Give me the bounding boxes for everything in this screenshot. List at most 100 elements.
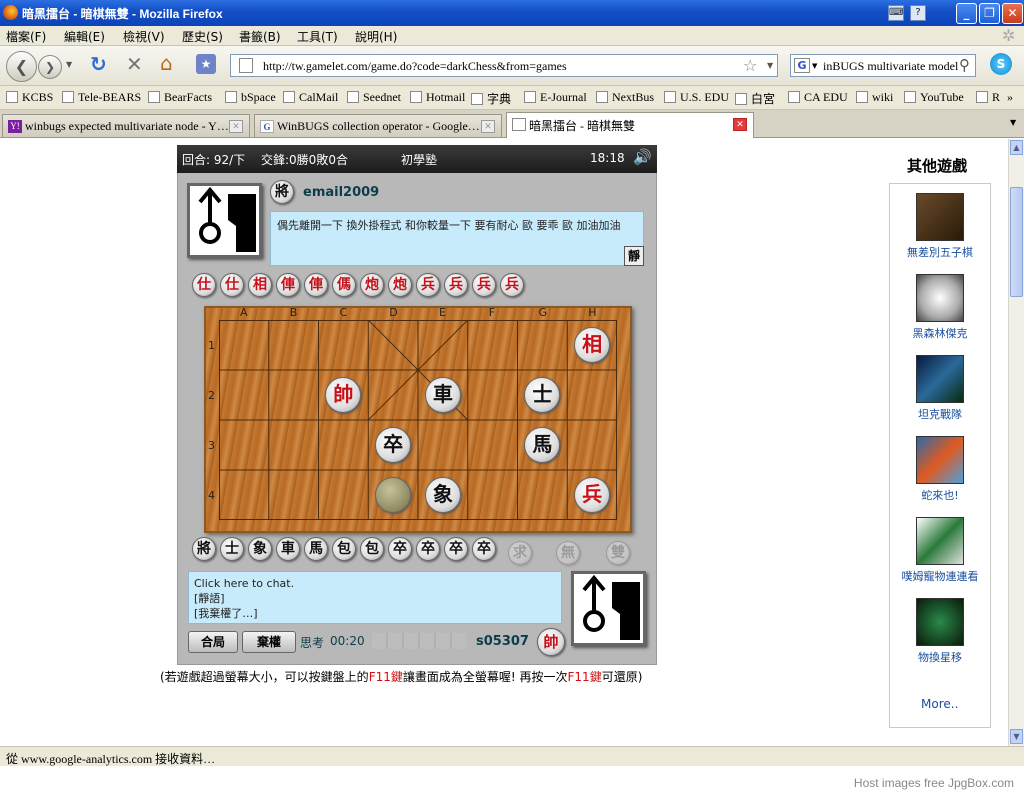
bookmark-ca-edu[interactable]: CA EDU — [788, 90, 848, 105]
skype-icon[interactable]: S — [990, 53, 1012, 75]
game-link-pet-match[interactable]: 噗姆寵物連連看 — [889, 517, 991, 584]
game-link-label[interactable]: 蛇來也! — [921, 489, 958, 502]
bookmark-label: 字典 — [487, 92, 512, 106]
close-tab-icon[interactable]: ✕ — [481, 120, 495, 133]
game-link-label[interactable]: 坦克戰隊 — [918, 408, 962, 421]
bookmark-bearfacts[interactable]: BearFacts — [148, 90, 212, 105]
forward-button[interactable]: ❯ — [38, 55, 62, 79]
hidden-piece[interactable] — [375, 477, 412, 513]
bookmark-label: Hotmail — [426, 90, 466, 104]
bookmark-dictionary[interactable]: 字典 — [471, 90, 511, 107]
menu-view[interactable]: 檢視(V) — [123, 28, 165, 45]
search-input[interactable]: inBUGS multivariate model — [823, 59, 959, 74]
game-link-tank[interactable]: 坦克戰隊 — [889, 355, 991, 422]
faded-button-2[interactable]: 無 — [556, 541, 580, 565]
more-games-link[interactable]: More.. — [921, 697, 958, 711]
menu-help[interactable]: 說明(H) — [355, 28, 397, 45]
bookmark-us-edu[interactable]: U.S. EDU — [664, 90, 729, 105]
window-title: 暗黑擂台 - 暗棋無雙 - Mozilla Firefox — [22, 7, 223, 21]
game-link-star-swap[interactable]: 物換星移 — [889, 598, 991, 665]
tank-thumbnail[interactable] — [916, 355, 964, 403]
menu-tools[interactable]: 工具(T) — [297, 28, 338, 45]
resign-button[interactable]: 棄權 — [242, 631, 296, 653]
blackjack-thumbnail[interactable] — [916, 274, 964, 322]
draw-button[interactable]: 合局 — [188, 631, 238, 653]
stop-icon[interactable]: ✕ — [126, 52, 143, 76]
bookmark-bspace[interactable]: bSpace — [225, 90, 276, 105]
bookmark-hotmail[interactable]: Hotmail — [410, 90, 465, 105]
keyboard-icon[interactable]: ⌨ — [888, 5, 904, 21]
bookmark-calmail[interactable]: CalMail — [283, 90, 338, 105]
bookmark-tele-bears[interactable]: Tele-BEARS — [62, 90, 141, 105]
board-piece[interactable]: 卒 — [375, 427, 412, 463]
bus-icon — [596, 91, 608, 103]
maximize-button[interactable]: ❐ — [979, 3, 1000, 24]
game-link-gomoku[interactable]: 無差別五子棋 — [889, 193, 991, 260]
search-bar[interactable]: G ▼ inBUGS multivariate model ⚲ — [790, 54, 976, 77]
game-link-label[interactable]: 噗姆寵物連連看 — [902, 570, 979, 583]
help-icon[interactable]: ? — [910, 5, 926, 21]
url-bar[interactable]: http://tw.gamelet.com/game.do?code=darkC… — [230, 54, 778, 77]
snakes-thumbnail[interactable] — [916, 436, 964, 484]
history-dropdown-icon[interactable]: ▼ — [66, 60, 72, 69]
chat-box[interactable]: Click here to chat. [靜語] [我棄權了…] — [188, 571, 562, 624]
bookmark-ejournal[interactable]: E-Journal — [524, 90, 587, 105]
engine-dropdown-icon[interactable]: ▼ — [812, 62, 817, 70]
bookmark-star-icon[interactable]: ★ — [196, 54, 216, 74]
faded-button-1[interactable]: 求 — [508, 541, 532, 565]
board-piece[interactable]: 象 — [424, 477, 461, 513]
scroll-thumb[interactable] — [1010, 187, 1023, 297]
back-button[interactable]: ❮ — [6, 51, 37, 82]
close-tab-icon[interactable]: ✕ — [229, 120, 243, 133]
game-link-label[interactable]: 無差別五子棋 — [907, 246, 973, 259]
bookmark-page-star-icon[interactable]: ☆ — [743, 56, 757, 75]
menu-file[interactable]: 檔案(F) — [6, 28, 46, 45]
bookmark-wiki[interactable]: wiki — [856, 90, 893, 105]
menu-history[interactable]: 歷史(S) — [182, 28, 223, 45]
close-window-button[interactable]: ✕ — [1002, 3, 1023, 24]
star-swap-thumbnail[interactable] — [916, 598, 964, 646]
scroll-down-icon[interactable]: ▼ — [1010, 729, 1023, 744]
url-dropdown-icon[interactable]: ▼ — [767, 61, 773, 70]
bookmarks-overflow-icon[interactable]: » — [1007, 90, 1013, 105]
sound-icon[interactable]: 🔊 — [633, 148, 652, 166]
tab-winbugs-yahoo[interactable]: Y! winbugs expected multivariate node - … — [2, 114, 250, 137]
tab-bar: Y! winbugs expected multivariate node - … — [0, 110, 1024, 138]
search-icon[interactable]: ⚲ — [959, 56, 970, 74]
menu-bookmarks[interactable]: 書籤(B) — [239, 28, 281, 45]
chat-prompt[interactable]: Click here to chat. — [194, 576, 556, 591]
board-piece[interactable]: 車 — [424, 377, 461, 413]
menu-edit[interactable]: 編輯(E) — [64, 28, 105, 45]
bookmark-nextbus[interactable]: NextBus — [596, 90, 654, 105]
bookmark-label: Tele-BEARS — [78, 90, 142, 104]
game-link-label[interactable]: 物換星移 — [918, 651, 962, 664]
hint-text: 可還原) — [601, 670, 643, 684]
bookmark-white-house[interactable]: 白宮 — [735, 90, 775, 107]
game-link-snakes[interactable]: 蛇來也! — [889, 436, 991, 503]
tab-dark-chess[interactable]: 暗黑擂台 - 暗棋無雙 ✕ — [506, 112, 754, 138]
pet-match-thumbnail[interactable] — [916, 517, 964, 565]
chat-quick-silent[interactable]: [靜語] — [194, 591, 556, 606]
tab-list-icon[interactable]: ▼ — [1010, 118, 1016, 127]
chat-quick-resign[interactable]: [我棄權了…] — [194, 606, 556, 621]
game-link-blackjack[interactable]: 黑森林傑克 — [889, 274, 991, 341]
tab-winbugs-google[interactable]: G WinBUGS collection operator - Google… … — [254, 114, 502, 137]
captured-red-piece: 仕 — [192, 273, 216, 297]
bookmark-kcbs[interactable]: KCBS — [6, 90, 53, 105]
bookmark-r[interactable]: R — [976, 90, 1000, 105]
reload-icon[interactable]: ↻ — [90, 52, 107, 76]
home-icon[interactable]: ⌂ — [160, 51, 173, 75]
bookmark-seednet[interactable]: Seednet — [347, 90, 401, 105]
scroll-up-icon[interactable]: ▲ — [1010, 140, 1023, 155]
game-link-label[interactable]: 黑森林傑克 — [913, 327, 968, 340]
gomoku-thumbnail[interactable] — [916, 193, 964, 241]
mute-button[interactable]: 靜 — [624, 246, 644, 266]
bookmark-youtube[interactable]: YouTube — [904, 90, 964, 105]
board-piece[interactable]: 相 — [574, 327, 611, 363]
vertical-scrollbar[interactable]: ▲ ▼ — [1008, 139, 1024, 746]
minimize-button[interactable]: _ — [956, 3, 977, 24]
google-icon[interactable]: G — [794, 58, 810, 73]
board-piece[interactable]: 兵 — [574, 477, 611, 513]
faded-button-3[interactable]: 雙 — [606, 541, 630, 565]
close-tab-icon[interactable]: ✕ — [733, 118, 747, 131]
